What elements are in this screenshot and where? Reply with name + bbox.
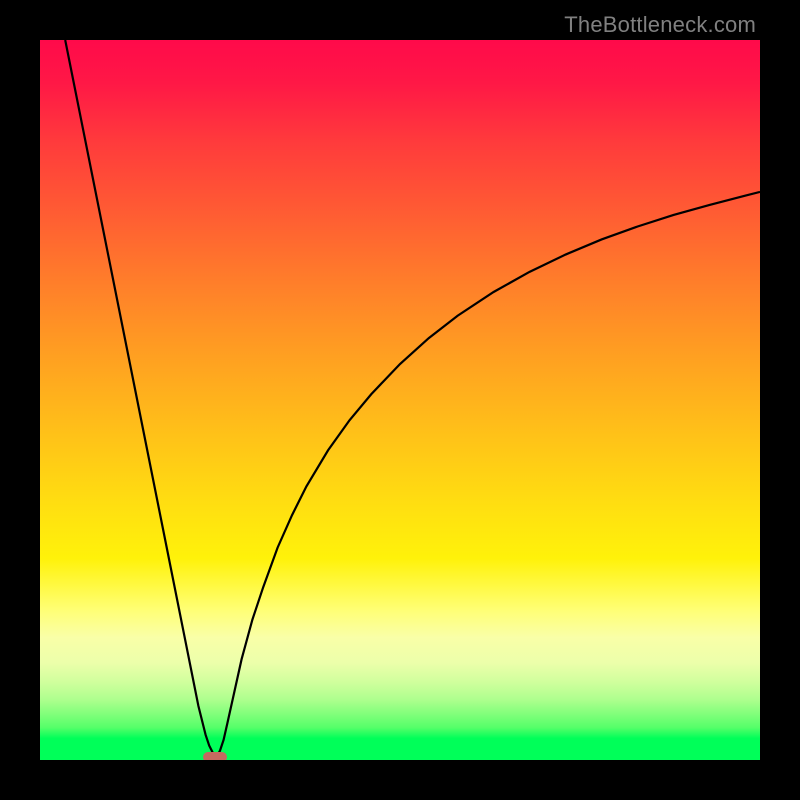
- watermark-text: TheBottleneck.com: [564, 12, 756, 38]
- plot-area: [40, 40, 760, 760]
- bottleneck-curve-line: [40, 40, 760, 760]
- optimal-point-marker: [203, 752, 227, 760]
- chart-frame: TheBottleneck.com: [0, 0, 800, 800]
